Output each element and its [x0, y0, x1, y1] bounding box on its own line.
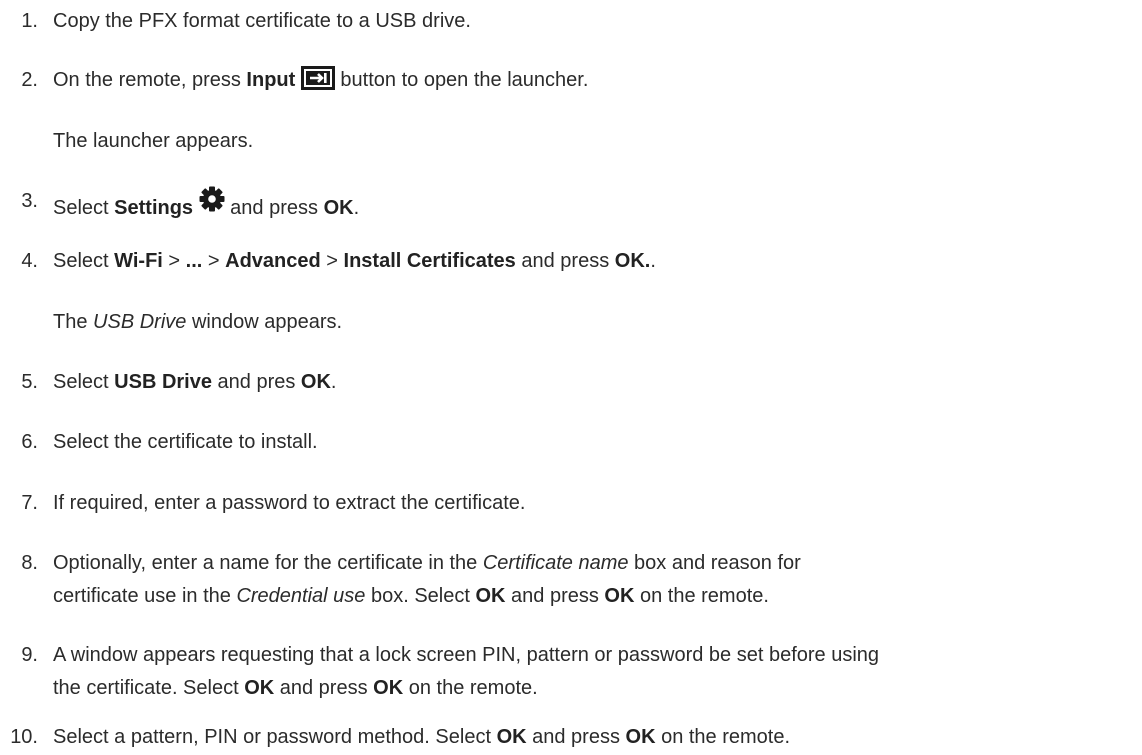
step-text: Optionally, enter a name for the certifi…: [53, 552, 801, 574]
step-text: On the remote, press Input button to ope…: [53, 65, 588, 99]
step-text: Select Settings and press OK.: [53, 186, 359, 223]
step-text: Select USB Drive and pres OK.: [53, 371, 337, 393]
gear-icon: [199, 186, 225, 221]
step-number: 8.: [21, 552, 38, 574]
step-number: 1.: [21, 10, 38, 32]
step-number: 9.: [21, 644, 38, 666]
step-text: A window appears requesting that a lock …: [53, 644, 880, 666]
step-text-continued: the certificate. Select OK and press OK …: [53, 677, 538, 699]
step-number: 4.: [21, 250, 38, 272]
step-number: 2.: [21, 69, 38, 91]
step-number: 5.: [21, 371, 38, 393]
step-text-continued: certificate use in the Credential use bo…: [53, 585, 769, 607]
step-note: The launcher appears.: [53, 130, 254, 152]
input-source-icon: [300, 66, 335, 99]
step-number: 10.: [10, 726, 38, 748]
step-text: If required, enter a password to extract…: [53, 492, 526, 514]
step-text: Select Wi-Fi > ... > Advanced > Install …: [53, 250, 656, 272]
step-text: Copy the PFX format certificate to a USB…: [53, 10, 471, 32]
step-note: The USB Drive window appears.: [53, 311, 343, 333]
step-text: Select a pattern, PIN or password method…: [53, 726, 791, 748]
procedure-steps: 1. Copy the PFX format certificate to a …: [0, 0, 1142, 755]
step-number: 7.: [21, 492, 38, 514]
step-number: 6.: [21, 431, 38, 453]
step-number: 3.: [21, 190, 38, 212]
step-text: Select the certificate to install.: [53, 431, 318, 453]
